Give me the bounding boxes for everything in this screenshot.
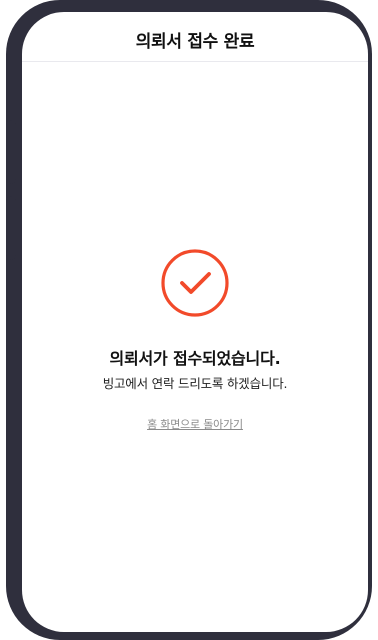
success-content: 의뢰서가 접수되었습니다. 빙고에서 연락 드리도록 하겠습니다. 홈 화면으로… bbox=[22, 12, 368, 632]
volume-down-button bbox=[6, 196, 16, 260]
phone-screen: 의뢰서 접수 완료 의뢰서가 접수되었습니다. 빙고에서 연락 드리도록 하겠습… bbox=[22, 12, 368, 632]
home-link[interactable]: 홈 화면으로 돌아가기 bbox=[147, 416, 243, 432]
check-circle-icon bbox=[160, 248, 230, 318]
success-title: 의뢰서가 접수되었습니다. bbox=[109, 349, 281, 368]
volume-up-button bbox=[6, 120, 16, 184]
success-message: 빙고에서 연락 드리도록 하겠습니다. bbox=[102, 376, 288, 391]
phone-frame: 의뢰서 접수 완료 의뢰서가 접수되었습니다. 빙고에서 연락 드리도록 하겠습… bbox=[6, 0, 372, 640]
